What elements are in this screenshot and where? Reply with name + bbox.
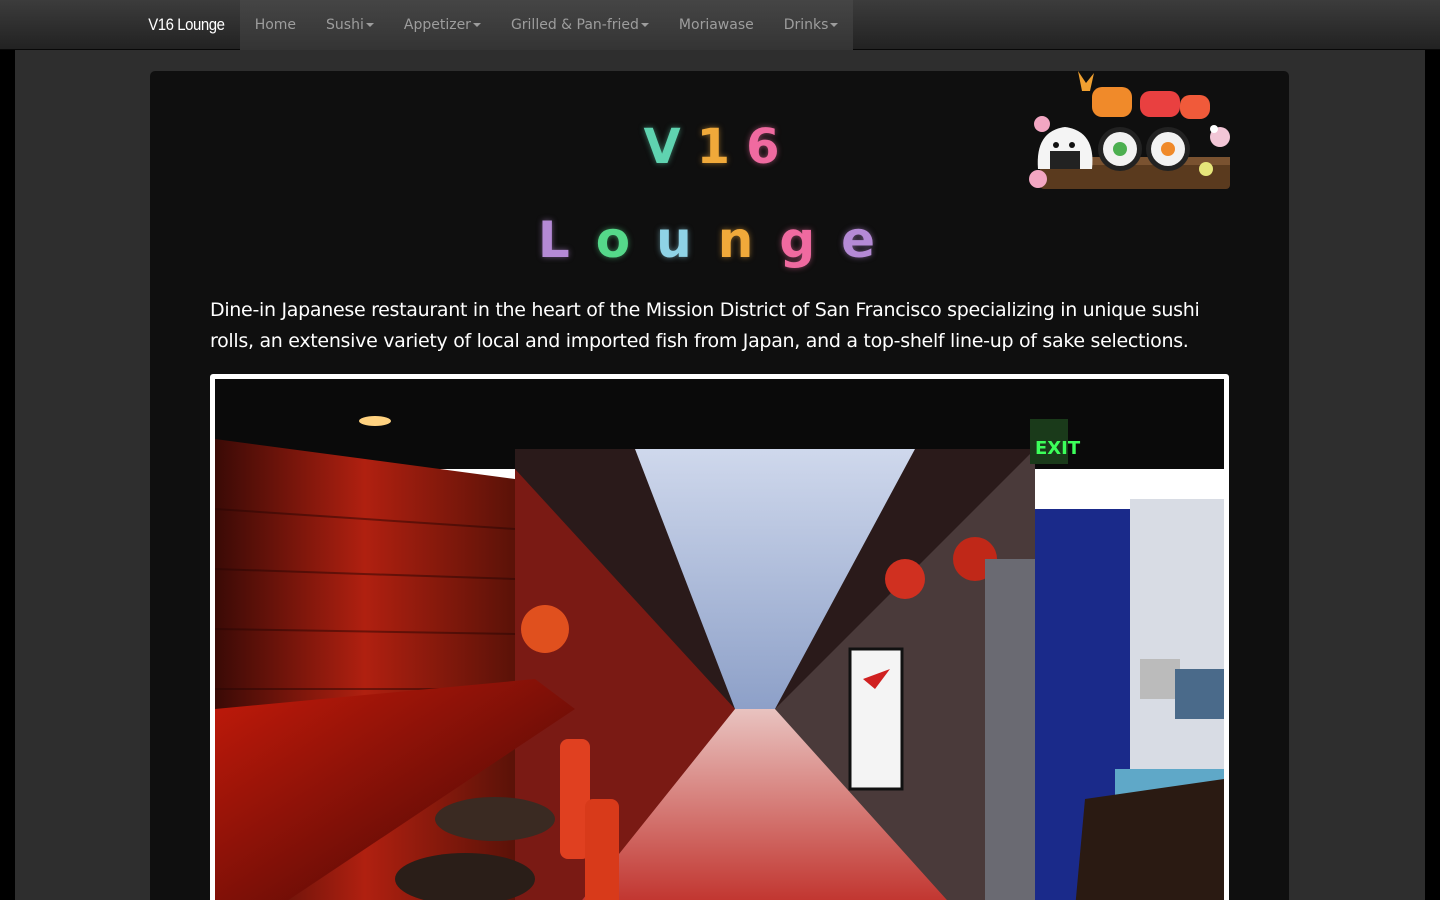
nav-item-label: Home bbox=[254, 17, 297, 33]
caret-down-icon bbox=[365, 23, 374, 27]
sushi-illustration-icon bbox=[1029, 71, 1230, 189]
caret-down-icon bbox=[472, 23, 481, 27]
nav-item-sushi[interactable]: Sushi bbox=[311, 0, 389, 50]
nav-item-moriawase[interactable]: Moriawase bbox=[664, 0, 769, 50]
title-char: e bbox=[841, 211, 902, 269]
hero-title-line2: Lounge bbox=[150, 211, 1289, 269]
photo-frame: EXIT bbox=[210, 374, 1229, 900]
nav-menu: Home Sushi Appetizer Grilled & Pan-fried… bbox=[239, 0, 854, 50]
main-panel: V16 Lounge Dine-in Japanese restaurant i… bbox=[150, 71, 1289, 900]
title-char: 1 bbox=[696, 119, 747, 175]
title-char: n bbox=[717, 211, 780, 269]
restaurant-interior-photo: EXIT bbox=[215, 379, 1224, 900]
nav-item-home[interactable]: Home bbox=[240, 0, 311, 50]
nav-item-label: Sushi bbox=[326, 17, 364, 33]
nav-item-drinks[interactable]: Drinks bbox=[769, 0, 854, 50]
navbar-inner: V16 Lounge Home Sushi Appetizer Grilled … bbox=[135, 0, 854, 50]
restaurant-tagline: Dine-in Japanese restaurant in the heart… bbox=[210, 299, 1200, 352]
svg-text:EXIT: EXIT bbox=[1035, 438, 1081, 459]
title-char: u bbox=[656, 211, 718, 269]
nav-item-label: Grilled & Pan-fried bbox=[510, 17, 639, 33]
nav-item-label: Moriawase bbox=[678, 17, 754, 33]
title-char: L bbox=[537, 211, 596, 269]
title-char: 6 bbox=[746, 119, 796, 175]
title-char: V bbox=[643, 119, 697, 175]
top-navbar: V16 Lounge Home Sushi Appetizer Grilled … bbox=[0, 0, 1440, 50]
nav-item-grilled-pan-fried[interactable]: Grilled & Pan-fried bbox=[496, 0, 664, 50]
navbar-brand[interactable]: V16 Lounge bbox=[135, 0, 238, 50]
title-char: g bbox=[779, 211, 842, 269]
caret-down-icon bbox=[640, 23, 649, 27]
nav-item-label: Drinks bbox=[783, 17, 829, 33]
nav-item-label: Appetizer bbox=[403, 17, 471, 33]
title-char: o bbox=[595, 211, 657, 269]
caret-down-icon bbox=[830, 23, 839, 27]
nav-item-appetizer[interactable]: Appetizer bbox=[389, 0, 496, 50]
